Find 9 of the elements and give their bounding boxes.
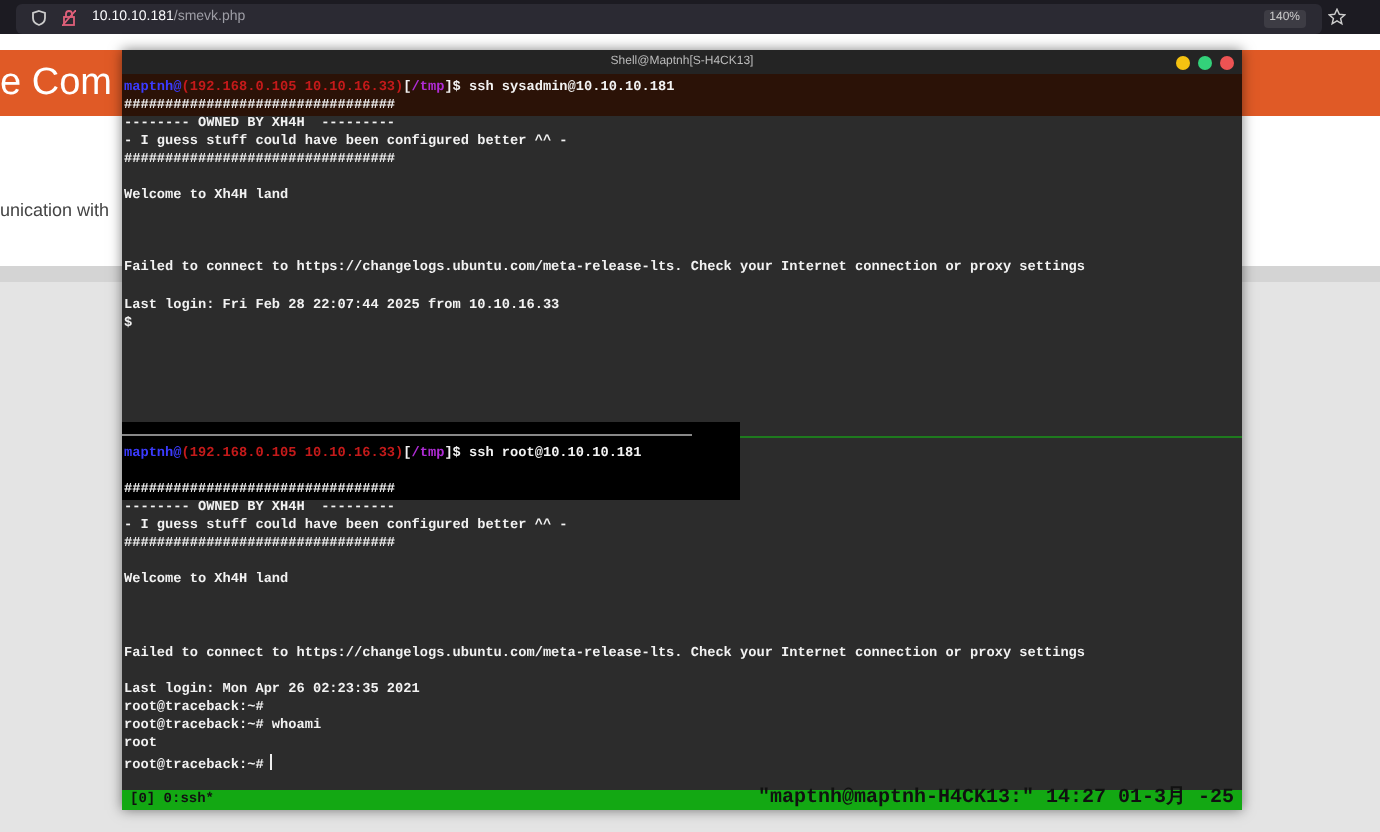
shield-icon xyxy=(32,10,46,26)
page-text: unication with xyxy=(0,198,110,224)
banner-title: e Com xyxy=(0,62,112,104)
maximize-button[interactable] xyxy=(1198,55,1212,69)
status-text: "maptnh@maptnh-H4CK13:" 14:27 01-3月 -25 xyxy=(757,790,1234,810)
insecure-lock-icon xyxy=(62,10,76,26)
close-button[interactable] xyxy=(1220,55,1234,69)
bookmark-star-icon[interactable] xyxy=(1328,8,1346,26)
minimize-button[interactable] xyxy=(1176,55,1190,69)
